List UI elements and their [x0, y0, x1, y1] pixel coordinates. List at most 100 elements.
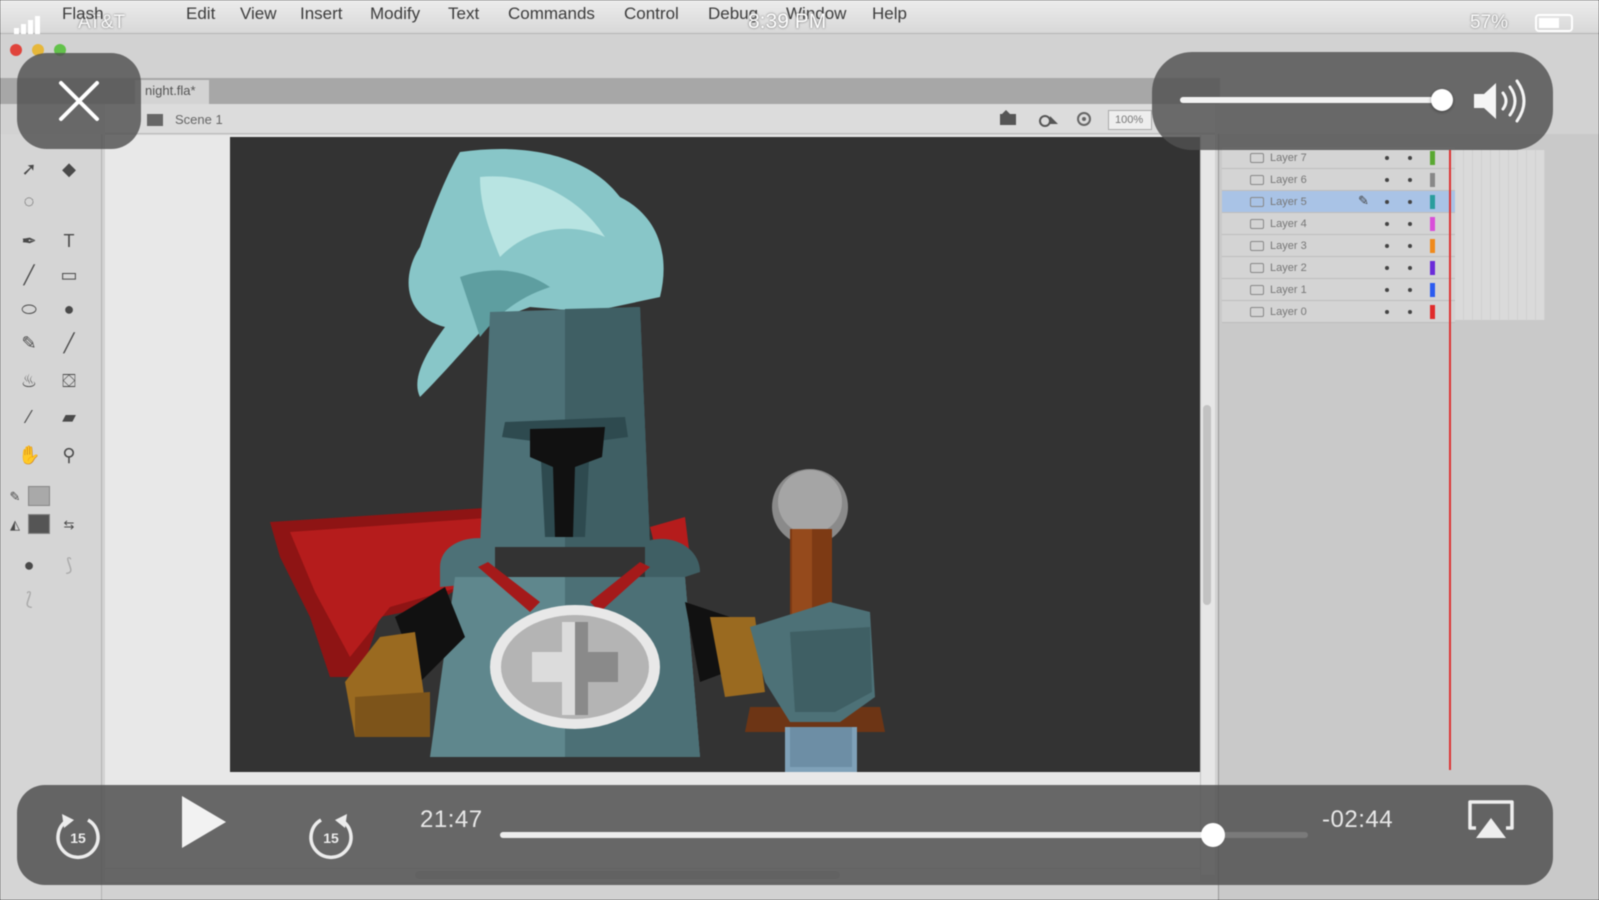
menu-item-text[interactable]: Text [448, 4, 479, 24]
zoom-field[interactable]: 100% [1108, 110, 1152, 130]
layer-row[interactable]: Layer 1 [1222, 279, 1455, 301]
playhead[interactable] [1449, 150, 1451, 770]
layer-icon [1250, 241, 1264, 251]
layer-name: Layer 3 [1270, 240, 1307, 252]
layer-icon [1250, 263, 1264, 273]
visibility-toggle[interactable] [1385, 178, 1389, 182]
stroke-color-swatch[interactable] [28, 486, 50, 506]
layer-row[interactable]: Layer 2 [1222, 257, 1455, 279]
layer-outline-color[interactable] [1430, 217, 1435, 231]
visibility-toggle[interactable] [1385, 156, 1389, 160]
skip-back-15-icon[interactable]: 15 [54, 812, 102, 860]
skip-forward-seconds: 15 [323, 830, 339, 846]
visibility-toggle[interactable] [1385, 244, 1389, 248]
edit-symbols-icon[interactable] [1038, 110, 1060, 128]
menu-item-view[interactable]: View [240, 4, 277, 24]
hand-tool-icon[interactable]: ✋ [18, 444, 40, 466]
speaker-icon[interactable] [1470, 78, 1530, 124]
center-stage-icon[interactable] [1075, 110, 1093, 128]
brush-tool-icon[interactable]: ╱ [58, 332, 80, 354]
layer-outline-color[interactable] [1430, 283, 1435, 297]
visibility-toggle[interactable] [1385, 266, 1389, 270]
layer-outline-color[interactable] [1430, 151, 1435, 165]
lock-toggle[interactable] [1408, 310, 1412, 314]
lock-toggle[interactable] [1408, 178, 1412, 182]
skip-forward-15-icon[interactable]: 15 [307, 812, 355, 860]
lock-toggle[interactable] [1408, 156, 1412, 160]
layer-row[interactable]: Layer 7 [1222, 147, 1455, 169]
timeline-frames[interactable] [1455, 150, 1545, 320]
menu-item-insert[interactable]: Insert [300, 4, 343, 24]
stage[interactable] [230, 137, 1200, 772]
stage-vertical-scroll-thumb[interactable] [1203, 405, 1211, 605]
pen-tool-icon[interactable]: ✒ [18, 230, 40, 252]
volume-slider-track[interactable] [1180, 97, 1442, 103]
close-button[interactable] [17, 53, 141, 149]
visibility-toggle[interactable] [1385, 288, 1389, 292]
eyedropper-tool-icon[interactable]: ⁄ [18, 406, 40, 428]
lock-toggle[interactable] [1408, 288, 1412, 292]
lock-toggle[interactable] [1408, 266, 1412, 270]
layer-outline-color[interactable] [1430, 239, 1435, 253]
polystar-tool-icon[interactable]: ● [58, 298, 80, 320]
visibility-toggle[interactable] [1385, 310, 1389, 314]
menu-item-help[interactable]: Help [872, 4, 907, 24]
menu-item-flash[interactable]: Flash [62, 4, 104, 24]
line-tool-icon[interactable]: ╱ [18, 264, 40, 286]
layer-row[interactable]: Layer 4 [1222, 213, 1455, 235]
layer-row[interactable]: Layer 3 [1222, 235, 1455, 257]
play-icon[interactable] [176, 792, 230, 852]
rectangle-tool-icon[interactable]: ▭ [58, 264, 80, 286]
close-icon [59, 81, 99, 121]
video-frame: AT&T Flash Edit View Insert Modify Text … [0, 0, 1599, 900]
layer-row[interactable]: Layer 0 [1222, 301, 1455, 323]
layer-outline-color[interactable] [1430, 195, 1435, 209]
lock-toggle[interactable] [1408, 244, 1412, 248]
fill-color-icon: ◭ [10, 517, 20, 532]
scrubber-knob[interactable] [1200, 823, 1225, 847]
smooth-icon[interactable]: ⟆ [58, 554, 80, 576]
eraser-tool-icon[interactable]: ▰ [58, 406, 80, 428]
menu-item-edit[interactable]: Edit [186, 4, 215, 24]
layer-row[interactable]: Layer 6 [1222, 169, 1455, 191]
layer-row[interactable]: Layer 5 ✎ [1222, 191, 1455, 213]
ink-bottle-tool-icon[interactable]: ♨ [18, 370, 40, 392]
document-tab[interactable]: night.fla* [135, 80, 209, 104]
lock-toggle[interactable] [1408, 222, 1412, 226]
battery-icon [1535, 14, 1573, 32]
layer-icon [1250, 307, 1264, 317]
oval-tool-icon[interactable]: ⬭ [18, 298, 40, 320]
scene-icon [147, 114, 163, 126]
fill-color-swatch[interactable] [28, 514, 50, 534]
visibility-toggle[interactable] [1385, 200, 1389, 204]
lock-toggle[interactable] [1408, 200, 1412, 204]
layer-icon [1250, 153, 1264, 163]
layer-outline-color[interactable] [1430, 305, 1435, 319]
layer-icon [1250, 285, 1264, 295]
straighten-icon[interactable]: ⟅ [18, 588, 40, 610]
scene-label[interactable]: Scene 1 [175, 112, 223, 127]
swap-colors-icon[interactable]: ⇆ [58, 514, 80, 536]
pencil-tool-icon[interactable]: ✎ [18, 332, 40, 354]
zoom-tool-icon[interactable]: ⚲ [58, 444, 80, 466]
menu-item-control[interactable]: Control [624, 4, 679, 24]
menu-item-commands[interactable]: Commands [508, 4, 595, 24]
lasso-tool-icon[interactable]: ◌ [18, 190, 40, 212]
airplay-icon[interactable] [1466, 798, 1516, 842]
selection-tool-icon[interactable]: ➚ [18, 158, 40, 180]
layer-outline-color[interactable] [1430, 261, 1435, 275]
battery-percent: 57% [1470, 12, 1509, 33]
text-tool-icon[interactable]: T [58, 230, 80, 252]
subselection-tool-icon[interactable]: ◆ [58, 158, 80, 180]
visibility-toggle[interactable] [1385, 222, 1389, 226]
volume-slider-knob[interactable] [1431, 89, 1453, 111]
status-time: 8:39 PM [748, 10, 827, 33]
layer-outline-color[interactable] [1430, 173, 1435, 187]
paint-bucket-tool-icon[interactable]: ⛋ [58, 370, 80, 392]
window-close-light[interactable] [10, 44, 22, 56]
menu-item-modify[interactable]: Modify [370, 4, 420, 24]
edit-scene-icon[interactable] [998, 110, 1020, 128]
signal-icon [14, 16, 40, 34]
snap-icon[interactable]: ● [18, 554, 40, 576]
elapsed-time: 21:47 [420, 806, 483, 833]
